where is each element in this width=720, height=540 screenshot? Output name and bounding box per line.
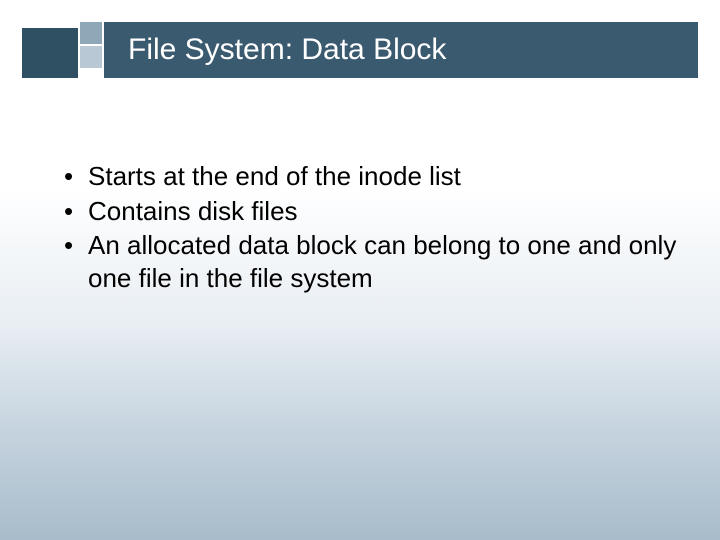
logo-block-small-bottom: [80, 46, 102, 68]
bullet-item: An allocated data block can belong to on…: [60, 229, 680, 294]
logo-blocks: [22, 22, 104, 78]
logo-block-small-top: [80, 22, 102, 44]
logo-block-large: [22, 28, 78, 78]
title-bar: File System: Data Block: [22, 22, 698, 78]
bullet-item: Starts at the end of the inode list: [60, 160, 680, 193]
slide-content: Starts at the end of the inode list Cont…: [60, 160, 680, 296]
title-strip: File System: Data Block: [104, 22, 698, 78]
bullet-list: Starts at the end of the inode list Cont…: [60, 160, 680, 294]
slide-title: File System: Data Block: [128, 33, 446, 67]
bullet-item: Contains disk files: [60, 195, 680, 228]
